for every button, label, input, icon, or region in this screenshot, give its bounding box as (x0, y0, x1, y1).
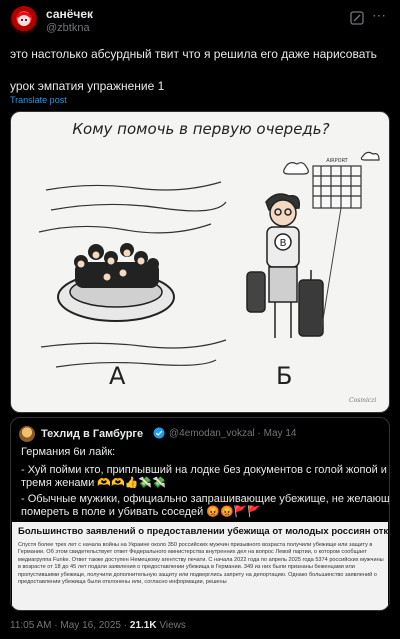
quote-author-name: Техлид в Гамбурге (41, 428, 144, 440)
tweet-image[interactable]: Кому помочь в первую очередь? B AIRPORT … (10, 111, 390, 413)
tweet-text-line-1: это настолько абсурдный твит что я решил… (10, 47, 377, 61)
quote-text-line-1: Германия 6и лайк: (21, 446, 116, 458)
tweet-text-line-2: урок эмпатия упражнение 1 (10, 79, 165, 93)
avatar[interactable] (10, 6, 38, 34)
tweet-meta: 11:05 AM · May 16, 2025 · 21.1K Views (10, 620, 186, 631)
avatar-face-icon (16, 12, 32, 26)
views-label: Views (156, 620, 186, 631)
shirt-letter: B (280, 238, 287, 249)
more-options-icon[interactable]: ⋯ (372, 8, 386, 22)
article-body: Спустя более трех лет с начала войны на … (18, 542, 384, 586)
quote-article-screenshot: Большинство заявлений о предоставлении у… (12, 522, 390, 610)
quote-handle-date: @4emodan_vokzal · May 14 (169, 428, 297, 439)
quote-text-line-5: помереть в поле и убивать соседей 😡😡🚩🚩 (21, 506, 262, 518)
author-name[interactable]: санёчек (46, 7, 93, 21)
quoted-tweet[interactable]: Техлид в Гамбурге @4emodan_vokzal · May … (10, 417, 390, 611)
quote-text-line-4: - Обычные мужики, официально запрашивающ… (21, 493, 390, 505)
grok-icon[interactable] (350, 11, 364, 25)
verified-badge-icon (153, 427, 165, 439)
translate-post-link[interactable]: Translate post (10, 95, 67, 105)
quote-text-line-2: - Хуй пойми кто, приплывший на лодке без… (21, 464, 387, 476)
tweet-timestamp[interactable]: 11:05 AM · May 16, 2025 · (10, 620, 130, 631)
boat-illustration (57, 243, 175, 322)
artist-signature: Cosmiczi (349, 397, 376, 404)
quote-text-line-3: тремя женами 🫶🫶👍💸💸 (21, 477, 166, 489)
quote-avatar (19, 426, 35, 442)
label-b: Б (276, 362, 292, 390)
drawing-title: Кому помочь в первую очередь? (72, 120, 329, 138)
article-title: Большинство заявлений о предоставлении у… (18, 526, 390, 537)
tweet-header: санёчек @zbtkna ⋯ (10, 6, 390, 38)
author-handle[interactable]: @zbtkna (46, 22, 90, 34)
label-a: А (109, 362, 126, 390)
views-count: 21.1K (129, 620, 157, 631)
man-illustration: B (246, 193, 324, 338)
airport-sign-text: AIRPORT (326, 158, 348, 164)
